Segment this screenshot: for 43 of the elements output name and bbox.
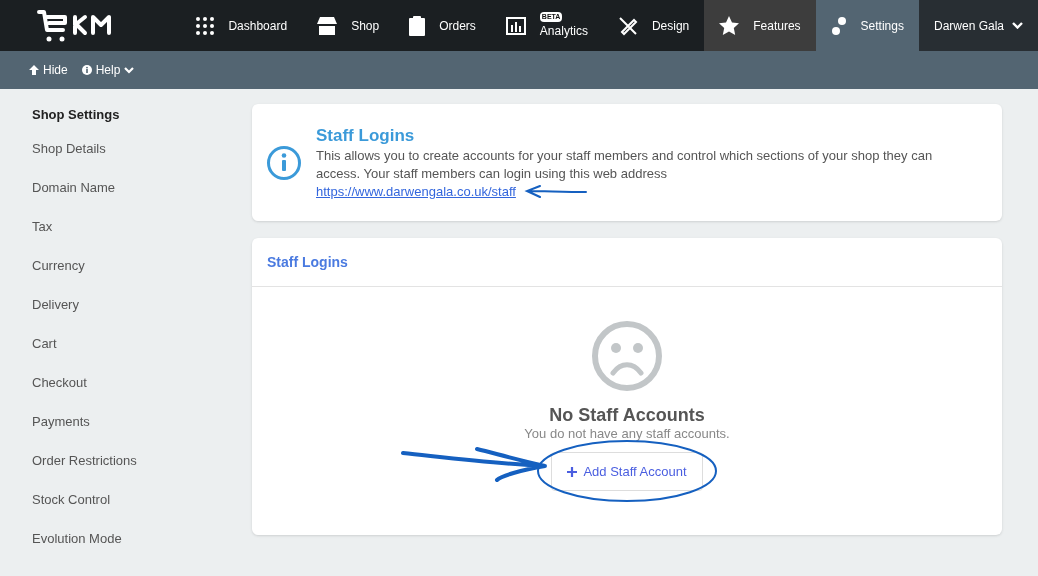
staff-login-link[interactable]: https://www.darwengala.co.uk/staff — [316, 182, 516, 201]
empty-text: You do not have any staff accounts. — [524, 426, 730, 442]
plus-icon — [567, 466, 578, 477]
chevron-down-icon — [124, 66, 135, 74]
sidebar-link[interactable]: Currency — [32, 246, 85, 285]
sidebar-link[interactable]: Shop Details — [32, 129, 106, 168]
sidebar-link[interactable]: Stock Control — [32, 480, 111, 519]
sidebar-heading: Shop Settings — [32, 106, 121, 124]
hide-button[interactable]: Hide — [29, 61, 68, 79]
nav-tab[interactable]: Shop — [302, 0, 395, 51]
sad-face-icon — [591, 320, 663, 392]
info-icon — [81, 65, 92, 75]
sidebar-link[interactable]: Tax — [32, 207, 53, 246]
help-button[interactable]: Help — [81, 61, 135, 79]
info-title: Staff Logins — [316, 124, 416, 147]
storefront-icon — [317, 16, 338, 35]
star-icon — [719, 16, 740, 35]
grid-dots-icon — [196, 16, 215, 35]
sidebar-link[interactable]: Payments — [32, 402, 90, 441]
nav-label: Analytics — [539, 22, 588, 40]
sidebar-link[interactable]: Checkout — [32, 363, 87, 402]
sidebar-link[interactable]: Order Restrictions — [32, 441, 137, 480]
empty-title: No Staff Accounts — [549, 404, 705, 426]
info-text: This allows you to create accounts for your staff members and control which sections of your shop they can access. Your staff members can login using this web address — [316, 146, 934, 183]
chevron-down-icon — [1012, 22, 1023, 29]
user-menu[interactable]: Darwen Gala — [918, 0, 1038, 51]
info-icon — [266, 144, 302, 181]
nav-tab[interactable]: Orders — [394, 0, 491, 51]
nav-tab[interactable]: Design — [602, 0, 705, 51]
sidebar-link[interactable]: Cart — [32, 324, 57, 363]
nav-tab[interactable]: Settings — [815, 0, 919, 51]
nav-tab[interactable]: Dashboard — [181, 0, 303, 51]
add-staff-account-button[interactable]: Add Staff Account — [551, 452, 703, 491]
panel-title: Staff Logins — [267, 252, 348, 272]
clipboard-icon — [409, 15, 426, 36]
sidebar-link[interactable]: Domain Name — [32, 168, 116, 207]
bar-chart-icon — [505, 16, 526, 35]
pencil-ruler-icon — [617, 15, 638, 36]
annotation-arrow — [523, 184, 588, 199]
sidebar-link[interactable]: Delivery — [32, 285, 79, 324]
nav-tab[interactable]: Features — [704, 0, 816, 51]
arrow-up-icon — [29, 65, 39, 75]
sidebar-link[interactable]: Evolution Mode — [32, 519, 122, 558]
